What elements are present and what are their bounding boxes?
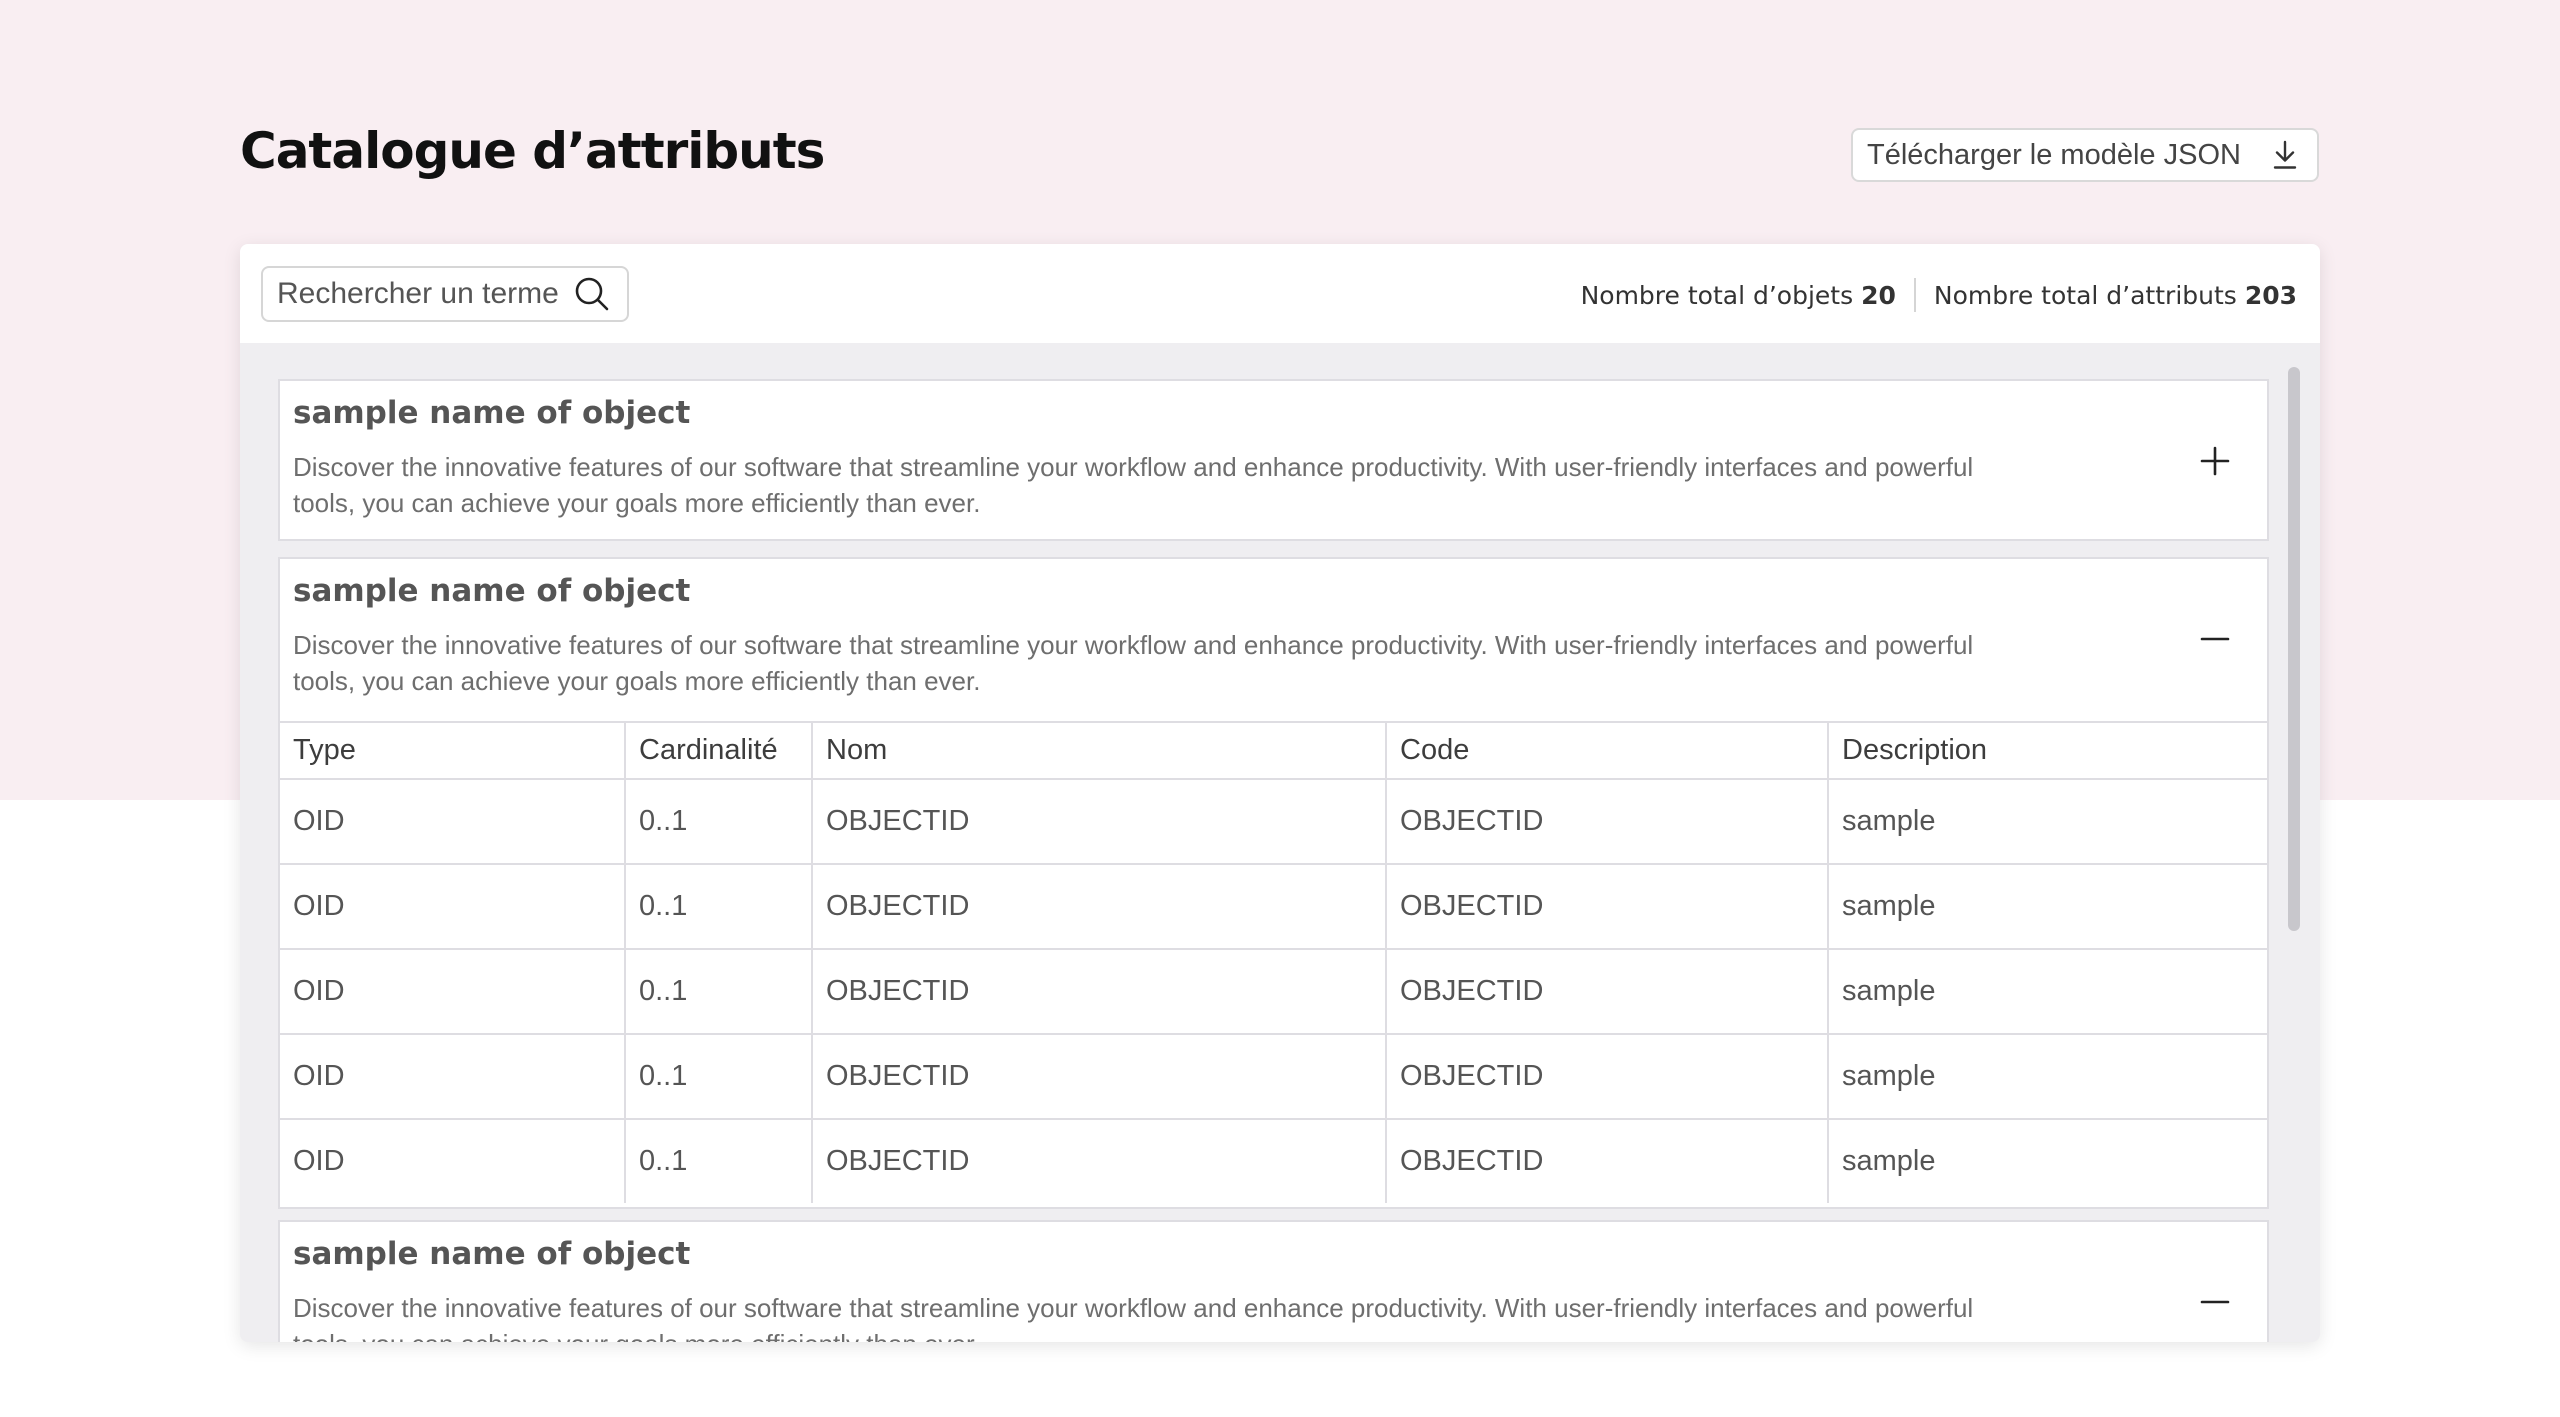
cell-code: OBJECTID bbox=[1385, 863, 1829, 950]
stats-divider bbox=[1913, 278, 1916, 312]
table-header-row: Type Cardinalité Nom Code Description bbox=[280, 721, 2267, 780]
cell-type: OID bbox=[280, 863, 626, 950]
attributes-count-label: Nombre total d’attributs bbox=[1933, 280, 2237, 310]
object-panel: sample name of object Discover the innov… bbox=[278, 557, 2269, 1209]
table-row: OID 0..1 OBJECTID OBJECTID sample bbox=[280, 1118, 2267, 1203]
table-row: OID 0..1 OBJECTID OBJECTID sample bbox=[280, 1033, 2267, 1120]
page-title: Catalogue d’attributs bbox=[240, 122, 825, 180]
cell-type: OID bbox=[280, 1033, 626, 1120]
objects-count-value: 20 bbox=[1861, 280, 1896, 310]
object-name: sample name of object bbox=[293, 395, 691, 431]
cell-code: OBJECTID bbox=[1385, 778, 1829, 865]
cell-name: OBJECTID bbox=[811, 778, 1387, 865]
search-box[interactable] bbox=[261, 266, 629, 322]
cell-cardinality: 0..1 bbox=[624, 1033, 813, 1120]
table-row: OID 0..1 OBJECTID OBJECTID sample bbox=[280, 778, 2267, 865]
catalogue-stats: Nombre total d’objets 20 Nombre total d’… bbox=[1581, 278, 2297, 312]
attributes-count-value: 203 bbox=[2244, 280, 2297, 310]
object-description: Discover the innovative features of our … bbox=[293, 452, 1974, 518]
cell-name: OBJECTID bbox=[811, 863, 1387, 950]
cell-name: OBJECTID bbox=[811, 1033, 1387, 1120]
download-json-button[interactable]: Télécharger le modèle JSON bbox=[1851, 128, 2319, 182]
cell-cardinality: 0..1 bbox=[624, 1118, 813, 1203]
cell-description: sample bbox=[1827, 1033, 2267, 1120]
card-toolbar: Nombre total d’objets 20 Nombre total d’… bbox=[240, 244, 2320, 343]
cell-description: sample bbox=[1827, 863, 2267, 950]
cell-type: OID bbox=[280, 1118, 626, 1203]
column-header-cardinality: Cardinalité bbox=[624, 721, 813, 780]
table-row: OID 0..1 OBJECTID OBJECTID sample bbox=[280, 863, 2267, 950]
cell-description: sample bbox=[1827, 948, 2267, 1035]
object-name: sample name of object bbox=[293, 1236, 691, 1272]
objects-count-label: Nombre total d’objets bbox=[1580, 280, 1854, 310]
search-input[interactable] bbox=[275, 276, 573, 312]
cell-name: OBJECTID bbox=[811, 948, 1387, 1035]
object-name: sample name of object bbox=[293, 573, 691, 609]
cell-description: sample bbox=[1827, 1118, 2267, 1203]
cell-type: OID bbox=[280, 778, 626, 865]
column-header-name: Nom bbox=[811, 721, 1387, 780]
cell-code: OBJECTID bbox=[1385, 1118, 1829, 1203]
cell-name: OBJECTID bbox=[811, 1118, 1387, 1203]
cell-type: OID bbox=[280, 948, 626, 1035]
cell-cardinality: 0..1 bbox=[624, 863, 813, 950]
cell-code: OBJECTID bbox=[1385, 1033, 1829, 1120]
cell-code: OBJECTID bbox=[1385, 948, 1829, 1035]
object-panel: sample name of object Discover the innov… bbox=[278, 379, 2269, 541]
minus-icon[interactable] bbox=[2197, 1284, 2233, 1320]
download-icon bbox=[2273, 140, 2297, 169]
plus-icon[interactable] bbox=[2197, 443, 2233, 479]
object-description: Discover the innovative features of our … bbox=[293, 630, 1974, 696]
search-icon[interactable] bbox=[573, 275, 611, 313]
column-header-description: Description bbox=[1827, 721, 2267, 780]
attributes-table: Type Cardinalité Nom Code Description OI… bbox=[280, 721, 2267, 1203]
object-panel: sample name of object Discover the innov… bbox=[278, 1220, 2269, 1342]
scrollbar-thumb[interactable] bbox=[2288, 367, 2300, 931]
column-header-type: Type bbox=[280, 721, 626, 780]
cell-cardinality: 0..1 bbox=[624, 948, 813, 1035]
cell-description: sample bbox=[1827, 778, 2267, 865]
column-header-code: Code bbox=[1385, 721, 1829, 780]
cell-cardinality: 0..1 bbox=[624, 778, 813, 865]
table-row: OID 0..1 OBJECTID OBJECTID sample bbox=[280, 948, 2267, 1035]
minus-icon[interactable] bbox=[2197, 621, 2233, 657]
download-json-label: Télécharger le modèle JSON bbox=[1867, 138, 2241, 171]
attribute-catalogue-card: Nombre total d’objets 20 Nombre total d’… bbox=[240, 244, 2320, 1342]
object-description: Discover the innovative features of our … bbox=[293, 1293, 1974, 1342]
object-list[interactable]: sample name of object Discover the innov… bbox=[240, 343, 2320, 1342]
